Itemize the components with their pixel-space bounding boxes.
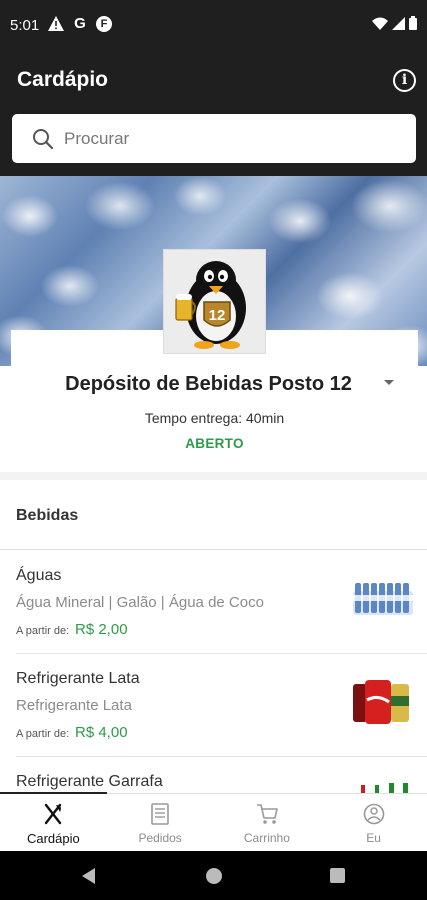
tab-pedidos[interactable]: Pedidos <box>107 794 214 851</box>
item-name: Refrigerante Lata <box>16 670 140 687</box>
tab-label: Cardápio <box>26 831 80 846</box>
delivery-time: Tempo entrega: 40min <box>144 410 285 426</box>
item-from-label: A partir de: <box>16 728 70 740</box>
menu-item-refrigerante-lata[interactable]: Refrigerante Lata Refrigerante Lata A pa… <box>0 654 427 757</box>
status-time: 5:01 <box>10 17 40 34</box>
item-price: R$ 4,00 <box>75 724 128 741</box>
tab-cardapio[interactable]: Cardápio <box>0 792 107 851</box>
item-from-label: A partir de: <box>16 625 70 637</box>
app-bar: Cardápio i <box>0 52 427 176</box>
active-tab-indicator <box>0 792 107 794</box>
tab-label: Eu <box>366 831 381 845</box>
menu-item-aguas[interactable]: Águas Água Mineral | Galão | Água de Coc… <box>0 551 427 654</box>
soda-cans-image <box>353 680 409 724</box>
search-icon <box>33 129 54 150</box>
item-name: Águas <box>16 567 62 584</box>
chevron-down-icon[interactable] <box>384 380 394 385</box>
system-navigation-bar <box>0 851 427 900</box>
cutlery-icon <box>45 803 62 825</box>
item-description: Água Mineral | Galão | Água de Coco <box>16 594 264 611</box>
status-bar: 5:01 G F <box>0 0 427 52</box>
search-bar[interactable] <box>12 114 416 163</box>
search-input[interactable] <box>64 126 394 152</box>
cart-icon <box>256 804 278 824</box>
flipboard-icon: F <box>96 16 112 32</box>
receipt-icon <box>151 803 169 825</box>
tab-carrinho[interactable]: Carrinho <box>214 794 321 851</box>
item-price: R$ 2,00 <box>75 621 128 638</box>
section-separator <box>0 472 427 480</box>
soda-bottles-image <box>361 783 408 793</box>
tab-label: Pedidos <box>138 831 182 845</box>
back-icon[interactable] <box>82 868 95 884</box>
category-title: Bebidas <box>16 507 79 524</box>
shield-number: 12 <box>209 307 226 324</box>
bottom-navigation: Cardápio Pedidos Carrinho Eu <box>0 792 427 851</box>
item-name: Refrigerante Garrafa <box>16 773 163 790</box>
wifi-icon <box>372 17 388 35</box>
page-title: Cardápio <box>17 68 109 91</box>
battery-icon <box>409 16 417 35</box>
recent-apps-icon[interactable] <box>330 868 345 883</box>
tab-eu[interactable]: Eu <box>320 794 427 851</box>
warning-icon <box>48 16 64 32</box>
google-icon: G <box>74 15 86 32</box>
store-status-badge: ABERTO <box>185 436 244 451</box>
user-icon <box>363 803 384 825</box>
info-icon[interactable]: i <box>393 69 416 92</box>
category-header: Bebidas <box>0 480 427 550</box>
tab-label: Carrinho <box>243 831 290 845</box>
water-bottles-image <box>353 583 413 615</box>
menu-item-refrigerante-garrafa[interactable]: Refrigerante Garrafa <box>0 757 427 793</box>
store-logo: 12 <box>163 249 266 354</box>
store-name: Depósito de Bebidas Posto 12 <box>65 373 352 395</box>
item-description: Refrigerante Lata <box>16 697 132 714</box>
home-icon[interactable] <box>206 868 222 884</box>
signal-icon <box>392 16 405 35</box>
